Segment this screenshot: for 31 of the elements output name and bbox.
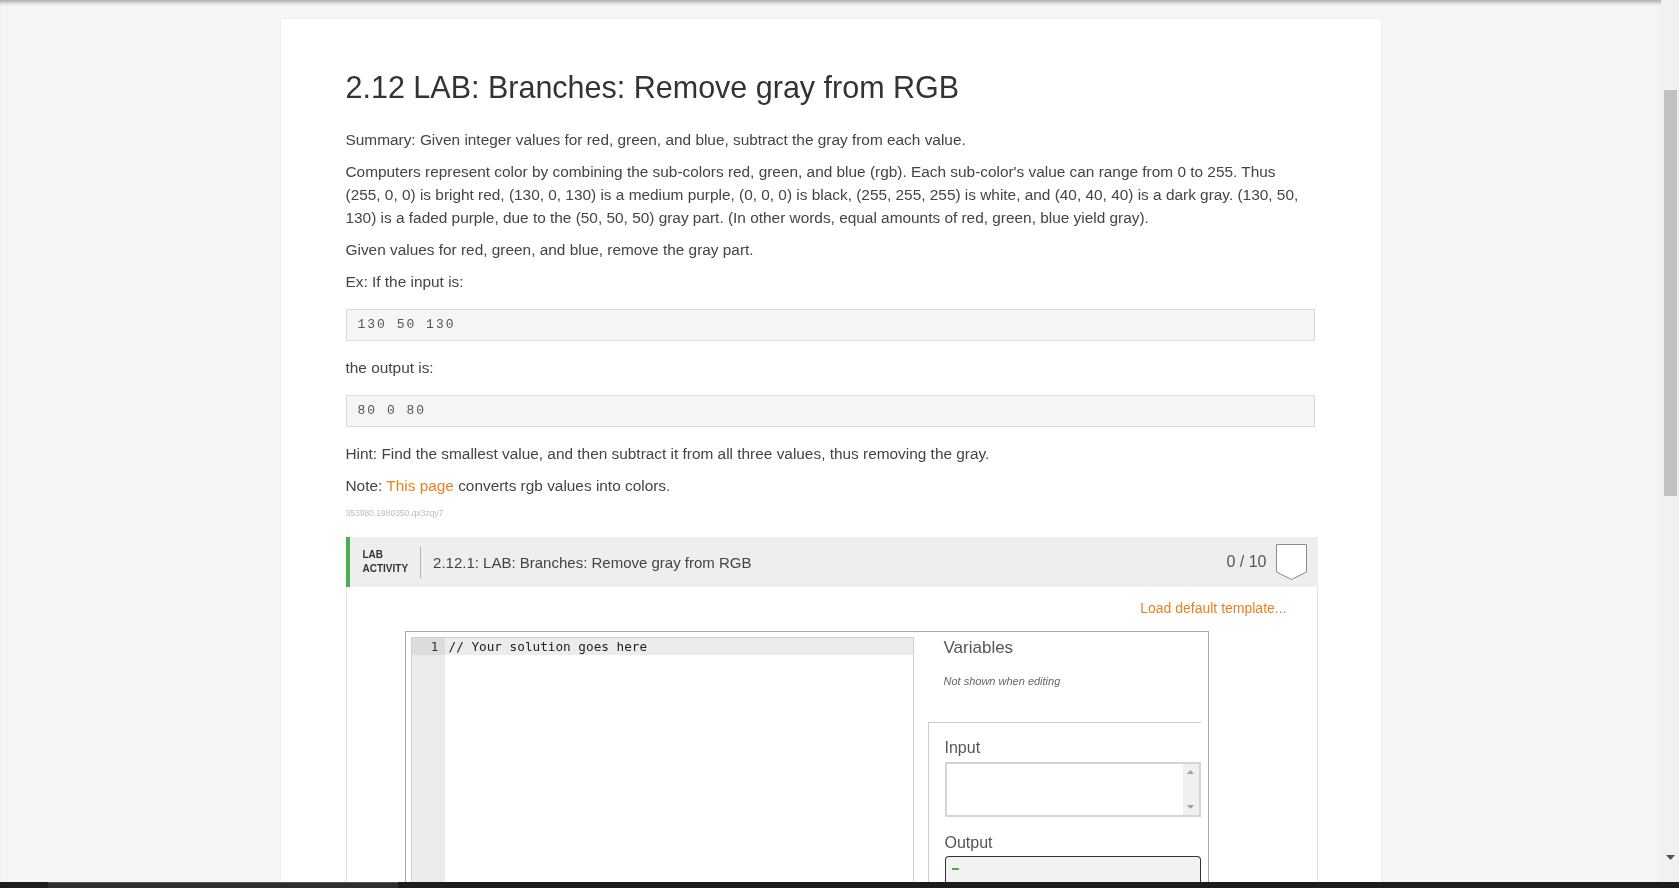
variables-note: Not shown when editing [943, 674, 1062, 688]
paragraph-text: Given values for red, green, and blue, remove the gray part. [345, 240, 755, 260]
page-title: 2.12 LAB: Branches: Remove gray from RGB [345, 69, 960, 107]
line-number: 1 [411, 638, 445, 655]
paragraph-text: Computers represent color by combining the sub-colors red, green, and blue (rgb). Each sub-color's value can range from 0 to 255. Thus (255, 0, 0) is bright red, (130, 0, 130) is a medium purple, (0, 0, 0) is black, (255, 255, 255) is white, and (40, 40, 40) is a dark gray. (130, 50, 130) is a faded purple, due to the (50, 50, 50) gray part. (In other words, equal amounts of red, green, blue yield gray). [345, 162, 1300, 228]
note-text: Note: This page converts rgb values into colors. [345, 476, 672, 496]
activity-id-text: 353980.1980350.qx3zqy7 [345, 507, 444, 519]
taskbar-button[interactable] [48, 882, 398, 888]
activity-type-label: LAB ACTIVITY [362, 548, 409, 576]
paragraph-text: the output is: [345, 358, 435, 378]
code-editor[interactable]: 1 // Your solution goes here [410, 637, 914, 882]
code-sample: 80 0 80 [345, 395, 1315, 427]
scrollbar-thumb[interactable] [1663, 90, 1677, 496]
cursor-icon [951, 868, 959, 870]
scrollbar[interactable] [1182, 764, 1199, 815]
page-link[interactable]: This page [386, 477, 454, 494]
load-template-link[interactable]: Load default template... [1140, 599, 1287, 617]
paragraph-text: Ex: If the input is: [345, 272, 465, 292]
input-field[interactable] [944, 762, 1201, 817]
caret-up-icon[interactable] [1187, 770, 1194, 774]
activity-title: 2.12.1: LAB: Branches: Remove gray from RGB [433, 553, 753, 571]
output-label: Output [944, 833, 994, 853]
scrollbar[interactable] [1661, 0, 1679, 882]
code-sample: 130 50 130 [345, 309, 1315, 341]
paragraph-text: Hint: Find the smallest value, and then subtract it from all three values, thus removing the gray. [345, 444, 991, 464]
score-text: 0 / 10 [1226, 553, 1267, 571]
variables-heading: Variables [943, 637, 1015, 659]
shield-icon [1275, 544, 1307, 580]
paragraph-text: Summary: Given integer values for red, green, and blue, subtract the gray from each value. [345, 130, 967, 150]
input-label: Input [944, 738, 982, 758]
caret-down-icon[interactable] [1665, 855, 1675, 860]
